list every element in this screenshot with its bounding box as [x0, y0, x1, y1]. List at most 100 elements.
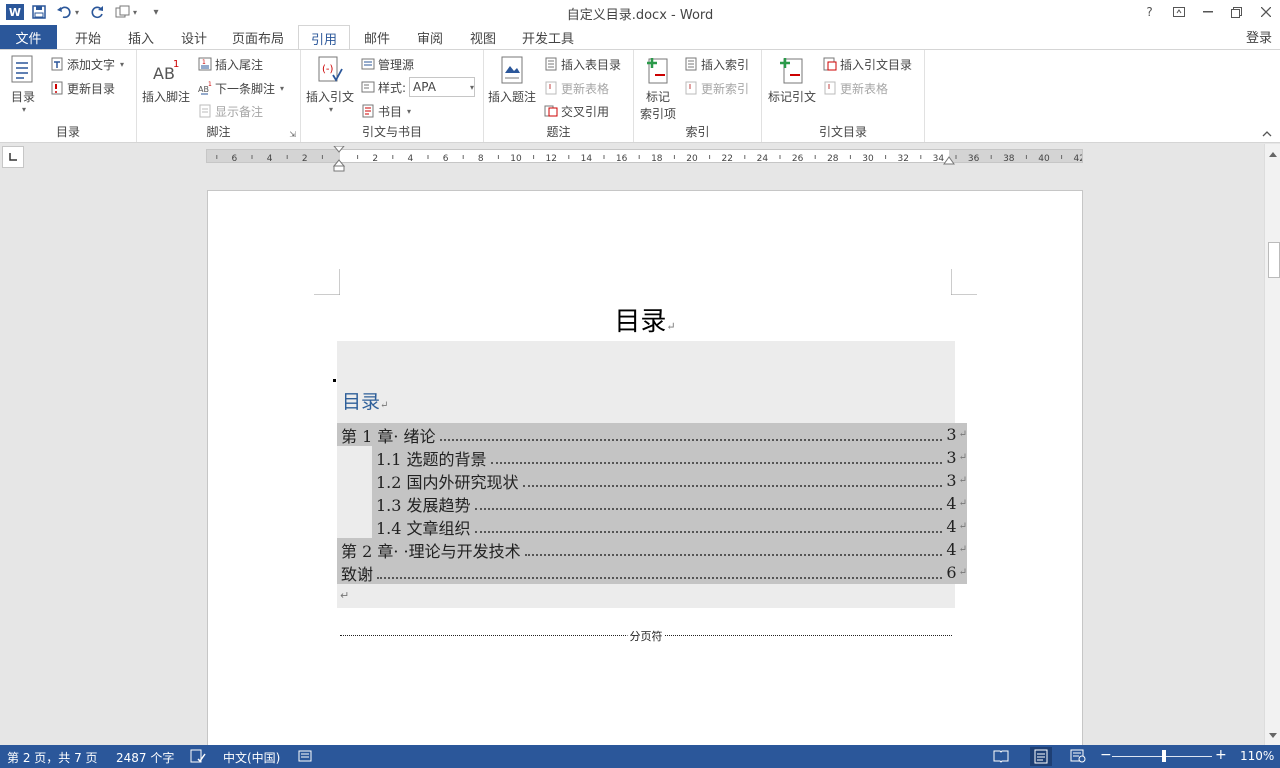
document-area[interactable]: 目录↵ 目录↵ 第 1 章· 绪论 3 ↵ 1.1 选题的背景 3 ↵ 1.2 … [0, 190, 1264, 745]
toc-entry-page: 4 [946, 517, 957, 536]
customize-qat-icon[interactable]: ▾ [144, 2, 166, 22]
close-button[interactable] [1251, 0, 1280, 24]
document-page[interactable]: 目录↵ 目录↵ 第 1 章· 绪论 3 ↵ 1.1 选题的背景 3 ↵ 1.2 … [207, 190, 1083, 745]
content-control-anchor [333, 379, 336, 382]
mark-entry-button[interactable]: 标记 索引项 [640, 54, 676, 122]
add-text-button[interactable]: 添加文字 ▾ [50, 54, 124, 74]
vertical-scrollbar[interactable] [1264, 144, 1280, 745]
toc-leader-dots [377, 567, 943, 579]
proofing-icon[interactable] [190, 749, 206, 766]
macro-recording-icon[interactable] [298, 749, 312, 765]
window-controls: ? [1135, 0, 1280, 24]
paragraph-mark: ↵ [958, 429, 967, 440]
tab-review[interactable]: 审阅 [404, 25, 456, 49]
right-indent-marker-icon[interactable] [943, 155, 955, 165]
cross-reference-button[interactable]: 交叉引用 [544, 101, 609, 121]
collapse-ribbon-icon[interactable] [1262, 127, 1272, 140]
save-icon[interactable] [28, 2, 50, 22]
caption-group: 插入题注 插入表目录 更新表格 交叉引用 题注 [484, 50, 634, 142]
toc-entry[interactable]: 1.2 国内外研究现状 3 ↵ [376, 469, 967, 492]
ribbon-display-options-button[interactable] [1164, 0, 1193, 24]
help-button[interactable]: ? [1135, 0, 1164, 24]
indent-marker-icon[interactable] [332, 146, 346, 172]
maximize-button[interactable] [1222, 0, 1251, 24]
tab-selector[interactable] [2, 146, 24, 168]
tab-references[interactable]: 引用 [298, 25, 350, 50]
update-toa-button[interactable]: 更新表格 [823, 78, 888, 98]
dialog-launcher-icon[interactable]: ⇲ [289, 130, 296, 139]
insert-index-button[interactable]: 插入索引 [684, 54, 749, 74]
scroll-down-icon[interactable] [1265, 727, 1280, 743]
undo-icon[interactable]: ▾ [54, 2, 82, 22]
toc-entry-text: 1.2 国内外研究现状 [376, 472, 519, 492]
ruler-label: 40 [1038, 154, 1050, 163]
insert-table-of-figures-button[interactable]: 插入表目录 [544, 54, 621, 74]
style-label: 样式: [378, 80, 407, 95]
next-footnote-button[interactable]: AB 1 下一条脚注 ▾ [198, 78, 284, 98]
insert-citation-button[interactable]: (-) 插入引文 ▾ [306, 54, 354, 114]
update-index-button[interactable]: 更新索引 [684, 78, 749, 98]
minimize-button[interactable] [1193, 0, 1222, 24]
insert-toa-button[interactable]: 插入引文目录 [823, 54, 912, 74]
toc-entry[interactable]: 1.1 选题的背景 3 ↵ [376, 446, 967, 469]
insert-endnote-button[interactable]: 1 插入尾注 [198, 54, 263, 74]
read-mode-icon[interactable] [993, 749, 1009, 766]
update-toc-button[interactable]: 更新目录 [50, 78, 115, 98]
mark-citation-button[interactable]: 标记引文 [768, 54, 816, 105]
web-layout-icon[interactable] [1070, 749, 1086, 766]
style-dropdown[interactable]: APA ▾ [409, 77, 476, 97]
scrollbar-thumb[interactable] [1268, 242, 1280, 278]
touch-mode-icon[interactable]: ▾ [112, 2, 140, 22]
zoom-in-button[interactable]: + [1215, 747, 1227, 763]
toc-button[interactable]: 目录 ▾ [8, 54, 38, 114]
toc-entry[interactable]: 1.4 文章组织 4 ↵ [376, 515, 967, 538]
zoom-level[interactable]: 110% [1240, 749, 1274, 763]
toc-entry[interactable]: 第 1 章· 绪论 3 ↵ [341, 423, 967, 446]
ruler-label: 42 [1073, 154, 1083, 163]
word-app-icon[interactable]: W [6, 4, 24, 20]
toc-entry[interactable]: 1.3 发展趋势 4 ↵ [376, 492, 967, 515]
tab-view[interactable]: 视图 [457, 25, 509, 49]
redo-icon[interactable] [86, 2, 108, 22]
ruler-label: 30 [862, 154, 874, 163]
bibliography-label: 书目 [378, 104, 403, 119]
tab-layout[interactable]: 页面布局 [224, 25, 292, 49]
scroll-up-icon[interactable] [1265, 146, 1280, 162]
ruler-label: 10 [510, 154, 522, 163]
tab-insert[interactable]: 插入 [115, 25, 167, 49]
insert-caption-button[interactable]: 插入题注 [488, 54, 536, 105]
language-indicator[interactable]: 中文(中国) [223, 749, 280, 766]
sign-in-link[interactable]: 登录 [1246, 27, 1272, 46]
insert-index-icon [684, 57, 698, 71]
tab-home[interactable]: 开始 [62, 25, 114, 49]
ruler-label: 16 [616, 154, 628, 163]
add-text-label: 添加文字 [67, 57, 116, 72]
print-layout-icon[interactable] [1030, 747, 1052, 766]
footnote-group-label: 脚注 [206, 125, 231, 139]
zoom-out-button[interactable]: − [1100, 747, 1112, 763]
page-count[interactable]: 第 2 页，共 7 页 [7, 749, 98, 766]
insert-footnote-label: 插入脚注 [142, 90, 191, 104]
toc-label-text: 目录 [342, 391, 381, 413]
insert-footnote-button[interactable]: AB 1 插入脚注 [142, 54, 190, 105]
toc-entry-page: 3 [946, 425, 957, 444]
index-group-label: 索引 [685, 125, 710, 139]
show-notes-button[interactable]: 显示备注 [198, 101, 263, 121]
toc-group: 目录 ▾ 添加文字 ▾ 更新目录 目录 [0, 50, 137, 142]
bibliography-button[interactable]: 书目 ▾ [361, 101, 411, 121]
toc-entry[interactable]: 致谢 6 ↵ [341, 561, 967, 584]
ruler-label: 24 [757, 154, 769, 163]
manage-sources-button[interactable]: 管理源 [361, 54, 414, 74]
zoom-slider-thumb[interactable] [1162, 750, 1166, 762]
mark-entry-label-1: 标记 [646, 90, 671, 104]
update-table-button[interactable]: 更新表格 [544, 78, 609, 98]
tab-mailings[interactable]: 邮件 [351, 25, 403, 49]
toc-entry-page: 4 [946, 540, 957, 559]
word-count[interactable]: 2487 个字 [116, 749, 174, 766]
footnote-group: AB 1 插入脚注 1 插入尾注 AB 1 下一条脚注 ▾ 显示备注 脚注 ⇲ [137, 50, 301, 142]
tab-developer[interactable]: 开发工具 [514, 25, 582, 49]
toc-entry[interactable]: 第 2 章· ·理论与开发技术 4 ↵ [341, 538, 967, 561]
tab-design[interactable]: 设计 [168, 25, 220, 49]
toc-leader-dots [522, 475, 943, 487]
tab-file[interactable]: 文件 [0, 25, 57, 49]
